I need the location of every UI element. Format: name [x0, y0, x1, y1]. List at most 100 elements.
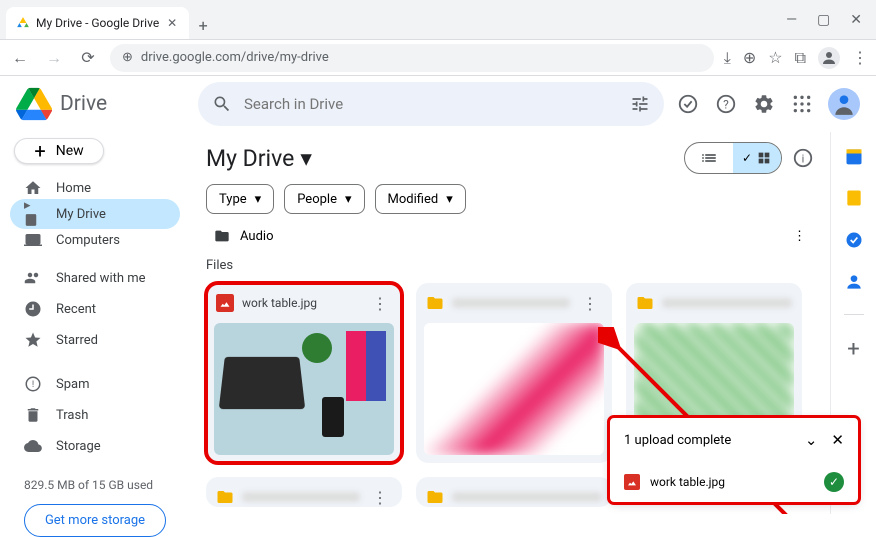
file-name: work table.jpg	[242, 296, 360, 310]
star-icon	[24, 331, 42, 349]
grid-view-button[interactable]: ✓	[733, 143, 781, 173]
filter-modified[interactable]: Modified▾	[375, 184, 466, 214]
url-text: drive.google.com/drive/my-drive	[141, 50, 329, 65]
site-info-icon[interactable]: ⊕	[122, 50, 133, 65]
apps-icon[interactable]	[790, 92, 814, 116]
browser-toolbar: ← → ⟳ ⊕ drive.google.com/drive/my-drive …	[0, 40, 876, 76]
search-icon	[212, 94, 232, 114]
add-addon-icon[interactable]: +	[847, 337, 859, 362]
address-bar[interactable]: ⊕ drive.google.com/drive/my-drive	[110, 44, 714, 72]
support-icon[interactable]: ?	[714, 92, 738, 116]
chevron-down-icon: ▾	[255, 192, 262, 207]
image-file-icon	[216, 294, 234, 312]
contacts-icon[interactable]	[844, 272, 864, 292]
sidebar-item-my-drive[interactable]: ▸My Drive	[10, 199, 180, 229]
success-icon: ✓	[824, 472, 844, 492]
sidebar: + New Home ▸My Drive Computers Shared wi…	[0, 132, 190, 514]
extensions-icon[interactable]: ⧉	[795, 48, 806, 68]
upload-item[interactable]: work table.jpg ✓	[610, 462, 858, 502]
sidebar-item-spam[interactable]: !Spam	[10, 369, 180, 399]
drive-icon: ▸	[24, 198, 42, 231]
file-card[interactable]: work table.jpg ⋮	[206, 283, 402, 463]
sidebar-item-trash[interactable]: Trash	[10, 400, 180, 430]
bookmark-icon[interactable]: ☆	[768, 48, 782, 67]
list-view-button[interactable]	[685, 143, 733, 173]
trash-icon	[24, 406, 42, 424]
settings-icon[interactable]	[752, 92, 776, 116]
sidebar-item-home[interactable]: Home	[10, 179, 180, 197]
filter-people[interactable]: People▾	[284, 184, 364, 214]
details-icon[interactable]: i	[792, 147, 814, 169]
drive-logo-icon	[16, 86, 52, 122]
upload-file-name: work table.jpg	[650, 475, 725, 489]
svg-text:?: ?	[723, 98, 729, 112]
shared-icon	[24, 269, 42, 287]
filter-type[interactable]: Type▾	[206, 184, 274, 214]
tab-close-icon[interactable]: ✕	[165, 16, 179, 30]
spam-icon: !	[24, 375, 42, 393]
app-name: Drive	[60, 92, 107, 116]
chrome-menu-icon[interactable]: ⋮	[852, 48, 868, 67]
tasks-icon[interactable]	[844, 230, 864, 250]
sidebar-item-computers[interactable]: Computers	[10, 231, 180, 249]
new-button[interactable]: + New	[14, 138, 104, 164]
browser-tab[interactable]: My Drive - Google Drive ✕	[6, 7, 189, 39]
get-storage-button[interactable]: Get more storage	[24, 504, 166, 537]
profile-avatar[interactable]	[818, 47, 840, 69]
ready-offline-icon[interactable]	[676, 92, 700, 116]
drive-favicon	[16, 16, 30, 30]
install-icon[interactable]: ⤓	[724, 48, 731, 68]
file-more-icon[interactable]: ⋮	[578, 290, 602, 317]
collapse-toast-icon[interactable]: ⌄	[805, 431, 818, 449]
sidebar-item-storage[interactable]: Storage	[10, 431, 180, 461]
folder-row[interactable]: Audio ⋮	[206, 222, 814, 250]
sidebar-item-starred[interactable]: Starred	[10, 325, 180, 355]
recent-icon	[24, 300, 42, 318]
svg-text:!: !	[32, 380, 34, 390]
file-more-icon[interactable]: ⋮	[368, 290, 392, 317]
zoom-icon[interactable]: ⊕	[743, 48, 756, 67]
search-bar[interactable]	[198, 82, 664, 126]
upload-status: 1 upload complete	[624, 433, 731, 448]
upload-toast: 1 upload complete ⌄ ✕ work table.jpg ✓	[610, 418, 858, 502]
folder-icon	[636, 294, 654, 312]
folder-icon	[426, 294, 444, 312]
file-card[interactable]: ⋮	[206, 477, 402, 507]
keep-icon[interactable]	[844, 188, 864, 208]
minimize-icon[interactable]: —	[786, 12, 797, 28]
folder-icon	[426, 488, 444, 506]
close-toast-icon[interactable]: ✕	[831, 431, 844, 449]
search-options-icon[interactable]	[630, 94, 650, 114]
sidebar-item-recent[interactable]: Recent	[10, 294, 180, 324]
file-card[interactable]: ⋮	[416, 283, 612, 463]
search-input[interactable]	[244, 95, 618, 113]
account-avatar[interactable]	[828, 88, 860, 120]
computers-icon	[24, 231, 42, 249]
reload-button[interactable]: ⟳	[76, 46, 100, 70]
svg-text:i: i	[802, 153, 805, 166]
files-label: Files	[206, 258, 814, 273]
file-name-blurred	[242, 492, 360, 502]
close-window-icon[interactable]: ✕	[850, 12, 862, 28]
more-icon[interactable]: ⋮	[793, 229, 806, 244]
plus-icon: +	[34, 139, 45, 163]
chevron-down-icon: ▾	[345, 192, 352, 207]
maximize-icon[interactable]: ▢	[817, 12, 830, 28]
sidebar-item-shared[interactable]: Shared with me	[10, 263, 180, 293]
folder-icon	[216, 488, 234, 506]
file-card[interactable]	[416, 477, 612, 507]
window-controls: — ▢ ✕	[786, 12, 870, 28]
storage-text: 829.5 MB of 15 GB used	[10, 478, 180, 492]
forward-button[interactable]: →	[42, 46, 66, 70]
breadcrumb[interactable]: My Drive ▾	[206, 145, 312, 172]
new-tab-button[interactable]: +	[189, 11, 217, 39]
cloud-icon	[24, 437, 42, 455]
folder-icon	[214, 228, 230, 244]
calendar-icon[interactable]	[844, 146, 864, 166]
file-more-icon[interactable]: ⋮	[368, 484, 392, 508]
tab-title: My Drive - Google Drive	[36, 16, 159, 30]
drive-logo[interactable]: Drive	[16, 86, 186, 122]
app-header: Drive ?	[0, 76, 876, 132]
back-button[interactable]: ←	[8, 46, 32, 70]
chevron-down-icon: ▾	[446, 192, 453, 207]
